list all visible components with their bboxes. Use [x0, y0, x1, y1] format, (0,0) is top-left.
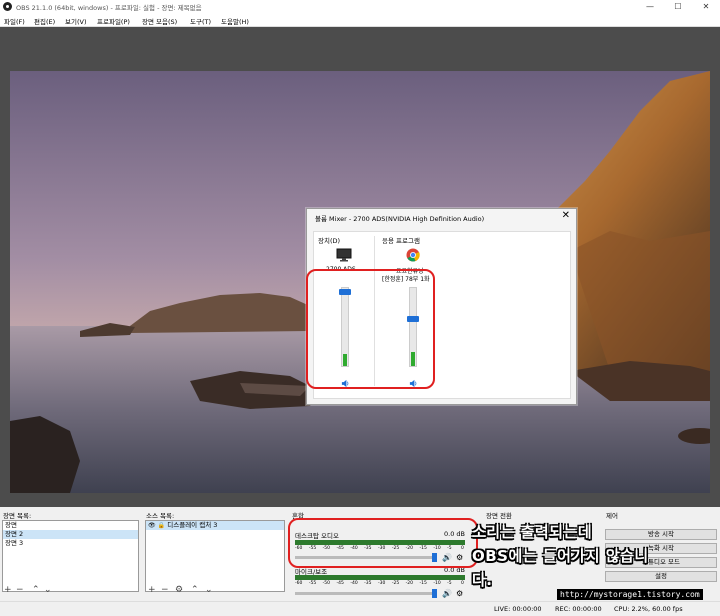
annotation-text-line2: OBS에는 들어가지 않습니 [472, 547, 649, 565]
mixer-close-button[interactable]: ✕ [562, 210, 570, 221]
mic-aux-gear-icon[interactable]: ⚙ [456, 589, 463, 598]
add-source-button[interactable]: + [148, 585, 156, 595]
rec-timer: REC: 00:00:00 [555, 605, 602, 613]
meter-tick-label: -20 [405, 581, 414, 586]
scenes-dock-title: 장면 목록: [3, 512, 32, 520]
window-title: OBS 21.1.0 (64bit, windows) - 프로파일: 실험 -… [16, 4, 202, 12]
eye-icon[interactable]: 👁 [148, 522, 156, 529]
mic-aux-fader[interactable] [295, 592, 435, 595]
minimize-button[interactable]: — [636, 0, 664, 14]
move-down-icon[interactable]: ⌄ [44, 585, 52, 595]
scene-item-selected[interactable]: 장면 2 [3, 530, 138, 539]
meter-tick-label: -40 [350, 581, 358, 586]
mixer-title: 볼륨 Mixer - 2700 ADS(NVIDIA High Definiti… [315, 215, 485, 223]
status-bar: LIVE: 00:00:00 REC: 00:00:00 CPU: 2.2%, … [0, 601, 720, 616]
annotation-text-line3: 다. [472, 571, 493, 589]
menu-profile[interactable]: 프로파일(P) [97, 16, 130, 26]
maximize-button[interactable]: ☐ [664, 0, 692, 14]
cpu-fps: CPU: 2.2%, 60.00 fps [614, 605, 683, 613]
sources-dock-title: 소스 목록: [146, 512, 175, 520]
source-properties-gear-icon[interactable]: ⚙ [175, 585, 183, 595]
settings-button[interactable]: 설정 [605, 571, 717, 582]
remove-scene-button[interactable]: − [16, 585, 24, 595]
scenes-list[interactable]: 장면 장면 2 장면 3 [2, 520, 139, 592]
apps-section-label: 응용 프로그램 [382, 237, 420, 245]
remove-source-button[interactable]: − [161, 585, 169, 595]
meter-tick-label: -10 [433, 581, 441, 586]
monitor-icon [336, 248, 352, 262]
menu-view[interactable]: 보기(V) [65, 16, 86, 26]
move-up-icon[interactable]: ⌃ [32, 585, 40, 595]
mic-aux-meter [295, 575, 465, 580]
add-scene-button[interactable]: + [4, 585, 12, 595]
blog-watermark: http://mystorage1.tistory.com [557, 589, 703, 600]
source-item[interactable]: 👁 🔒 디스플레이 캡처 3 [146, 521, 284, 530]
annotation-box-audio [288, 518, 478, 568]
mic-aux-speaker-icon[interactable]: 🔊 [442, 589, 452, 598]
meter-tick-label: -15 [419, 581, 427, 586]
menu-tools[interactable]: 도구(T) [190, 16, 211, 26]
meter-tick-label: -45 [336, 581, 344, 586]
scene-item[interactable]: 장면 3 [3, 539, 138, 548]
scene-item[interactable]: 장면 [3, 521, 138, 530]
menu-help[interactable]: 도움말(H) [221, 16, 249, 26]
title-bar: OBS 21.1.0 (64bit, windows) - 프로파일: 실험 -… [0, 0, 720, 14]
annotation-text-line1: 소리는 출력되는데 [472, 523, 593, 541]
meter-tick-label: -30 [378, 581, 386, 586]
transition-dock-title: 장면 전환 [486, 512, 512, 520]
menu-scene-collection[interactable]: 장면 모음(S) [142, 16, 177, 26]
meter-tick-label: -5 [447, 581, 452, 586]
mic-aux-fader-thumb[interactable] [432, 589, 437, 598]
obs-window: OBS 21.1.0 (64bit, windows) - 프로파일: 실험 -… [0, 0, 720, 616]
meter-tick-label: -60 [295, 581, 303, 586]
menu-bar: 파일(F) 편집(E) 보기(V) 프로파일(P) 장면 모음(S) 도구(T)… [0, 14, 720, 27]
preview-area: 볼륨 Mixer - 2700 ADS(NVIDIA High Definiti… [0, 27, 720, 507]
close-button[interactable]: ✕ [692, 0, 720, 14]
meter-tick-label: -35 [364, 581, 372, 586]
meter-tick-label: 0 [461, 581, 464, 586]
move-up-icon[interactable]: ⌃ [191, 585, 199, 595]
move-down-icon[interactable]: ⌄ [205, 585, 213, 595]
meter-tick-label: -55 [308, 581, 317, 586]
annotation-box-mixer [306, 269, 435, 389]
menu-file[interactable]: 파일(F) [4, 16, 25, 26]
sources-list[interactable]: 👁 🔒 디스플레이 캡처 3 [145, 520, 285, 592]
start-stream-button[interactable]: 방송 시작 [605, 529, 717, 540]
menu-edit[interactable]: 편집(E) [34, 16, 55, 26]
meter-tick-label: -25 [391, 581, 400, 586]
mic-aux-scale: -60 -55 -50 -45 -40 -35 -30 -25 -20 -15 -10 -5 0 [295, 581, 465, 588]
chrome-icon [406, 248, 420, 262]
lock-icon[interactable]: 🔒 [158, 522, 165, 529]
controls-dock-title: 제어 [606, 512, 618, 520]
obs-logo-icon [3, 2, 12, 11]
meter-tick-label: -50 [322, 581, 331, 586]
device-section-label: 장치(D) [318, 237, 341, 245]
source-label: 디스플레이 캡처 3 [167, 521, 218, 529]
live-timer: LIVE: 00:00:00 [494, 605, 542, 613]
